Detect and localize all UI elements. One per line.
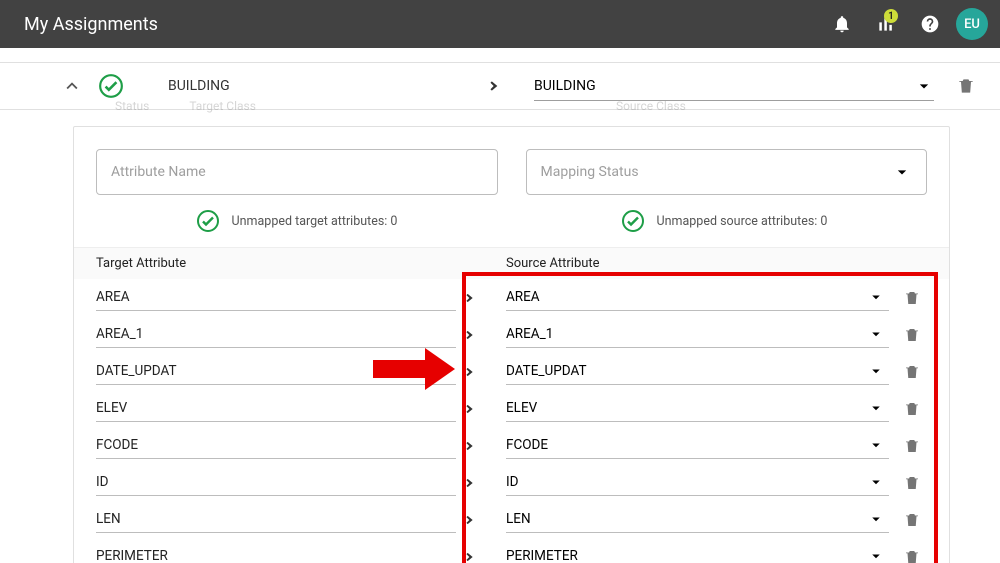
bell-icon [832, 14, 852, 34]
source-attribute-select[interactable]: PERIMETER [506, 544, 889, 563]
help-button[interactable] [912, 6, 948, 42]
mapping-arrow [456, 473, 506, 493]
delete-attribute-mapping[interactable] [897, 363, 927, 381]
attribute-row: ID ID [74, 464, 949, 501]
attribute-row: LEN LEN [74, 501, 949, 538]
trash-icon [903, 511, 921, 529]
arrow-right-icon [456, 325, 476, 345]
caret-down-icon [867, 510, 885, 528]
attribute-row: ELEV ELEV [74, 390, 949, 427]
delete-attribute-mapping[interactable] [897, 400, 927, 418]
mapping-arrow [470, 75, 510, 97]
mapping-status-select[interactable]: Mapping Status [526, 149, 928, 195]
check-circle-icon [621, 209, 645, 233]
attribute-row: AREA_1 AREA_1 [74, 316, 949, 353]
source-attribute-select[interactable]: AREA_1 [506, 322, 889, 348]
arrow-right-icon [456, 362, 476, 382]
report-badge: 1 [884, 9, 898, 23]
unmapped-target-status: Unmapped target attributes: 0 [196, 209, 398, 233]
target-attribute: ID [96, 470, 456, 496]
arrow-right-icon [456, 288, 476, 308]
target-attribute-header: Target Attribute [96, 256, 466, 271]
status-indicator [96, 71, 126, 101]
arrow-right-icon [456, 473, 476, 493]
caret-down-icon [867, 399, 885, 417]
delete-attribute-mapping[interactable] [897, 289, 927, 307]
trash-icon [903, 548, 921, 563]
trash-icon [956, 76, 976, 96]
target-attribute: DATE_UPDAT [96, 359, 456, 385]
target-class-label: BUILDING [168, 78, 458, 94]
delete-class-mapping[interactable] [952, 76, 980, 96]
arrow-right-icon [456, 436, 476, 456]
app-bar: My Assignments 1 EU [0, 0, 1000, 48]
attribute-row: DATE_UPDAT DATE_UPDAT [74, 353, 949, 390]
caret-down-icon [867, 288, 885, 306]
attribute-name-input[interactable]: Attribute Name [96, 149, 498, 195]
target-attribute: PERIMETER [96, 544, 456, 563]
mapping-arrow [456, 510, 506, 530]
target-attribute: AREA [96, 285, 456, 311]
arrow-right-icon [456, 399, 476, 419]
chevron-up-icon [61, 75, 83, 97]
delete-attribute-mapping[interactable] [897, 511, 927, 529]
target-attribute: AREA_1 [96, 322, 456, 348]
attribute-panel: Attribute Name Mapping Status Unmapped t… [73, 126, 950, 563]
attribute-row: PERIMETER PERIMETER [74, 538, 949, 563]
caret-down-icon [914, 76, 934, 96]
delete-attribute-mapping[interactable] [897, 548, 927, 563]
mapping-arrow [456, 436, 506, 456]
help-icon [920, 14, 940, 34]
trash-icon [903, 326, 921, 344]
check-circle-icon [196, 209, 220, 233]
attribute-row: FCODE FCODE [74, 427, 949, 464]
mapping-arrow [456, 399, 506, 419]
collapse-toggle[interactable] [60, 74, 84, 98]
caret-down-icon [867, 325, 885, 343]
trash-icon [903, 400, 921, 418]
class-mapping-row: BUILDING BUILDING [0, 62, 1000, 110]
check-circle-icon [98, 73, 124, 99]
target-attribute: ELEV [96, 396, 456, 422]
mapping-arrow [456, 288, 506, 308]
source-class-select[interactable]: BUILDING [534, 71, 934, 101]
source-attribute-select[interactable]: ID [506, 470, 889, 496]
unmapped-source-status: Unmapped source attributes: 0 [621, 209, 828, 233]
source-attribute-select[interactable]: DATE_UPDAT [506, 359, 889, 385]
trash-icon [903, 474, 921, 492]
mapping-arrow [456, 547, 506, 563]
mapping-arrow [456, 325, 506, 345]
caret-down-icon [867, 436, 885, 454]
trash-icon [903, 437, 921, 455]
reports-button[interactable]: 1 [868, 6, 904, 42]
mapping-arrow [456, 362, 506, 382]
arrow-right-icon [479, 75, 501, 97]
source-class-value: BUILDING [534, 78, 596, 94]
caret-down-icon [867, 547, 885, 563]
target-attribute: FCODE [96, 433, 456, 459]
attribute-row: AREA AREA [74, 279, 949, 316]
caret-down-icon [867, 362, 885, 380]
arrow-right-icon [456, 510, 476, 530]
avatar[interactable]: EU [956, 8, 988, 40]
page-title: My Assignments [24, 14, 816, 35]
source-attribute-select[interactable]: AREA [506, 285, 889, 311]
caret-down-icon [867, 473, 885, 491]
source-attribute-header: Source Attribute [506, 256, 927, 271]
target-attribute: LEN [96, 507, 456, 533]
delete-attribute-mapping[interactable] [897, 437, 927, 455]
notifications-button[interactable] [824, 6, 860, 42]
trash-icon [903, 363, 921, 381]
source-attribute-select[interactable]: ELEV [506, 396, 889, 422]
caret-down-icon [892, 162, 912, 182]
source-attribute-select[interactable]: LEN [506, 507, 889, 533]
delete-attribute-mapping[interactable] [897, 326, 927, 344]
delete-attribute-mapping[interactable] [897, 474, 927, 492]
source-attribute-select[interactable]: FCODE [506, 433, 889, 459]
trash-icon [903, 289, 921, 307]
table-header: Target Attribute Source Attribute [74, 247, 949, 279]
arrow-right-icon [456, 547, 476, 563]
